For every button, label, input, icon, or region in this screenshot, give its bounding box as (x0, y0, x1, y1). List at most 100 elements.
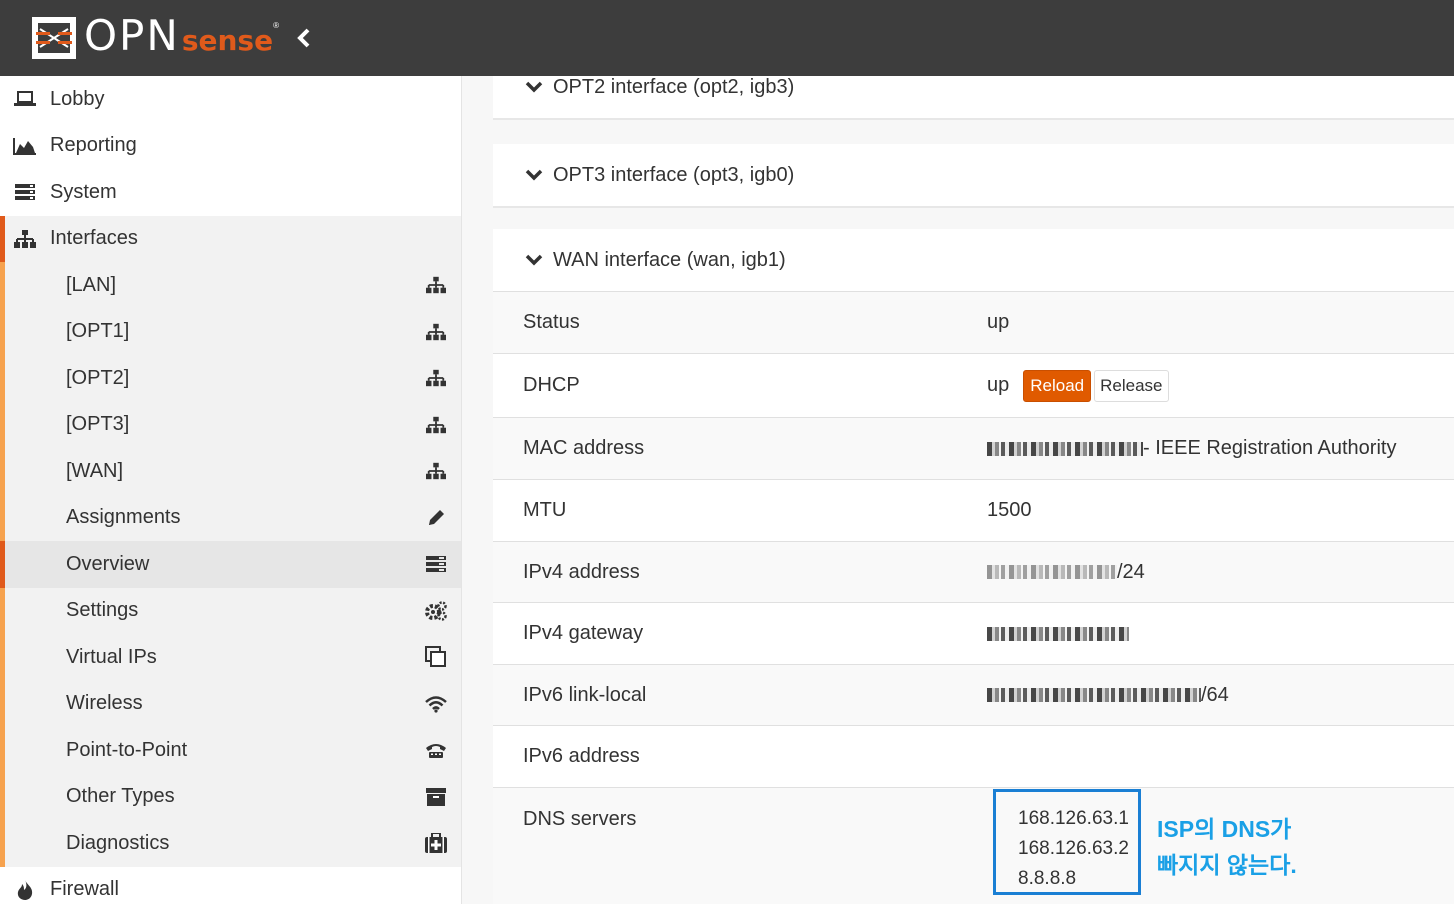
sidebar-item-label: [OPT3] (66, 413, 130, 436)
sidebar-item-label: Overview (66, 552, 150, 575)
redacted-gateway (987, 626, 1129, 641)
sidebar-item-settings[interactable]: Settings (5, 588, 461, 635)
panel-opt2: OPT2 interface (opt2, igb3) (493, 76, 1454, 120)
sidebar-item-opt2[interactable]: [OPT2] (5, 355, 461, 402)
row-status: Status up (493, 291, 1454, 353)
sidebar-item-label: Diagnostics (66, 831, 170, 854)
opnsense-logo[interactable]: OPN sense ® (30, 10, 279, 62)
sidebar-item-label: Settings (66, 599, 139, 622)
panel-title: OPT3 interface (opt3, igb0) (553, 163, 795, 186)
row-ipv4-address: IPv4 address /24 (493, 541, 1454, 602)
fire-icon (12, 879, 38, 901)
row-label: DHCP (523, 374, 580, 396)
row-dns-servers: DNS servers (493, 787, 1454, 904)
sidebar-item-wireless[interactable]: Wireless (5, 681, 461, 728)
interfaces-submenu: [LAN] [OPT1] [OPT2] [OPT3] [WAN] Assignm… (0, 262, 461, 867)
sidebar-item-diagnostics[interactable]: Diagnostics (5, 820, 461, 867)
main-content: OPT2 interface (opt2, igb3) OPT3 interfa… (462, 76, 1454, 904)
panel-opt3: OPT3 interface (opt3, igb0) (493, 144, 1454, 208)
sitemap-icon (423, 460, 449, 482)
sidebar-item-label: Wireless (66, 692, 143, 715)
list-icon (423, 553, 449, 575)
sidebar-item-overview[interactable]: Overview (0, 541, 461, 588)
row-ipv6-link-local: IPv6 link-local /64 (493, 664, 1454, 725)
row-ipv6-address: IPv6 address (493, 725, 1454, 787)
pencil-icon (423, 507, 449, 529)
sidebar-item-label: [WAN] (66, 459, 124, 482)
sidebar-item-opt3[interactable]: [OPT3] (5, 402, 461, 449)
row-mtu: MTU 1500 (493, 479, 1454, 541)
opnsense-logo-icon (32, 17, 76, 59)
panel-header-wan[interactable]: WAN interface (wan, igb1) (493, 229, 1454, 291)
row-label: IPv6 link-local (523, 683, 647, 706)
dns-server: 8.8.8.8 (1018, 868, 1077, 889)
row-dhcp: DHCP up Reload Release (493, 353, 1454, 417)
ipv6-prefix: /64 (1201, 683, 1229, 706)
row-label: MAC address (523, 437, 645, 459)
sidebar-item-lan[interactable]: [LAN] (5, 262, 461, 309)
logo-text-accent: sense (181, 23, 274, 57)
row-value: up (987, 374, 1010, 396)
redacted-ipv6-link-local (987, 688, 1201, 702)
panel-header-opt3[interactable]: OPT3 interface (opt3, igb0) (493, 144, 1454, 206)
mac-vendor: - IEEE Registration Authority (1143, 437, 1397, 459)
sidebar-item-interfaces[interactable]: Interfaces (5, 216, 461, 263)
sidebar-item-label: System (50, 180, 117, 203)
row-label: Status (523, 311, 580, 333)
row-label: DNS servers (523, 808, 637, 830)
collapse-sidebar-button[interactable] (292, 26, 316, 50)
sidebar-item-label: [OPT2] (66, 366, 130, 389)
release-button[interactable]: Release (1094, 369, 1169, 402)
row-label: MTU (523, 499, 567, 521)
sidebar-item-wan[interactable]: [WAN] (5, 448, 461, 495)
row-ipv4-gateway: IPv4 gateway (493, 602, 1454, 664)
sidebar-item-label: Firewall (50, 878, 119, 901)
sidebar-item-label: [LAN] (66, 273, 117, 296)
panel-title: OPT2 interface (opt2, igb3) (553, 76, 795, 98)
wifi-icon (423, 693, 449, 715)
chevron-down-icon (525, 169, 543, 181)
phone-icon (423, 739, 449, 761)
sitemap-icon (423, 414, 449, 436)
cogs-icon (423, 600, 449, 622)
panel-wan: WAN interface (wan, igb1) Status up DHCP… (493, 229, 1454, 904)
dns-server: 168.126.63.1 (1018, 808, 1129, 829)
sitemap-icon (423, 274, 449, 296)
logo-text-main: OPN (84, 10, 180, 60)
dns-server-list: 168.126.63.1 168.126.63.2 8.8.8.8 (1018, 804, 1129, 894)
medkit-icon (423, 832, 449, 854)
sidebar-item-other-types[interactable]: Other Types (5, 774, 461, 821)
sitemap-icon (12, 228, 38, 250)
sidebar-item-opt1[interactable]: [OPT1] (5, 309, 461, 356)
ipv4-prefix: /24 (1117, 560, 1145, 583)
archive-icon (423, 786, 449, 808)
chevron-down-icon (525, 81, 543, 93)
row-label: IPv4 address (523, 560, 640, 583)
chevron-left-icon (297, 28, 310, 48)
sidebar-group-interfaces: Interfaces [LAN] [OPT1] [OPT2] [OPT3] [W… (0, 215, 461, 867)
annotation-line: ISP의 DNS가 (1157, 816, 1292, 842)
row-label: IPv6 address (523, 745, 640, 767)
sidebar-item-system[interactable]: System (0, 169, 461, 216)
sitemap-icon (423, 367, 449, 389)
server-icon (12, 181, 38, 203)
sidebar-item-lobby[interactable]: Lobby (0, 76, 461, 123)
sidebar-item-label: Assignments (66, 506, 181, 529)
sidebar-item-reporting[interactable]: Reporting (0, 123, 461, 170)
row-mac-address: MAC address - IEEE Registration Authorit… (493, 417, 1454, 479)
sidebar-item-label: Lobby (50, 87, 105, 110)
top-bar: OPN sense ® (0, 0, 1454, 76)
panel-header-opt2[interactable]: OPT2 interface (opt2, igb3) (493, 76, 1454, 118)
area-chart-icon (12, 135, 38, 157)
sidebar-item-point-to-point[interactable]: Point-to-Point (5, 727, 461, 774)
reload-button[interactable]: Reload (1023, 369, 1092, 402)
chevron-down-icon (525, 254, 543, 266)
sidebar-item-virtual-ips[interactable]: Virtual IPs (5, 634, 461, 681)
sidebar-item-assignments[interactable]: Assignments (5, 495, 461, 542)
redacted-mac (987, 441, 1143, 456)
row-label: IPv4 gateway (523, 622, 644, 644)
dns-server: 168.126.63.2 (1018, 838, 1129, 859)
annotation-line: 빠지지 않는다. (1157, 852, 1297, 878)
sidebar-item-firewall[interactable]: Firewall (0, 867, 461, 904)
clone-icon (423, 646, 449, 668)
